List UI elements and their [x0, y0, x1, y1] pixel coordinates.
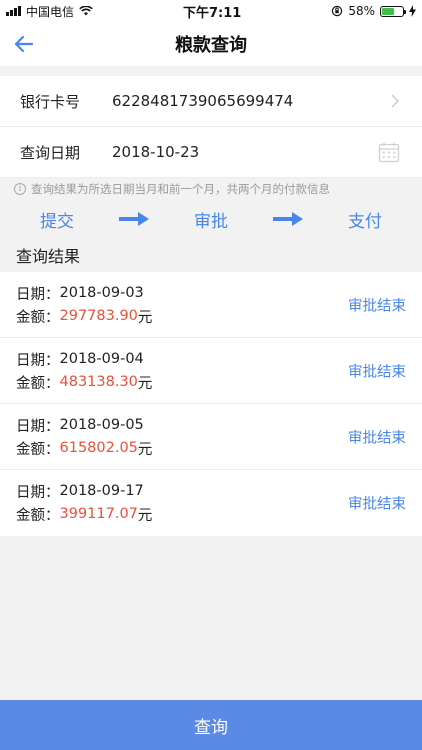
- status-link[interactable]: 审批结束: [348, 294, 406, 315]
- nav-bar: 粮款查询: [0, 22, 422, 66]
- query-date-value: 2018-10-23: [112, 143, 200, 161]
- battery-icon: [380, 5, 406, 17]
- bank-card-row[interactable]: 银行卡号 6228481739065699474: [0, 76, 422, 127]
- query-date-row[interactable]: 查询日期 2018-10-23: [0, 127, 422, 178]
- currency-unit: 元: [137, 309, 153, 326]
- section-gap: [0, 66, 422, 76]
- bank-card-value: 6228481739065699474: [112, 92, 294, 110]
- amount-prefix: 金额：: [16, 507, 60, 524]
- notice-bar: i 查询结果为所选日期当月和前一个月，共两个月的付款信息: [0, 178, 422, 200]
- flow-step-pay: 支付: [348, 211, 382, 232]
- wifi-icon: [79, 6, 93, 16]
- list-item[interactable]: 日期： 2018-09-05 金额： 615802.05 元 审批结束: [0, 404, 422, 470]
- flow-step-approve: 审批: [194, 211, 228, 232]
- list-item[interactable]: 日期： 2018-09-17 金额： 399117.07 元 审批结束: [0, 470, 422, 536]
- result-date: 2018-09-05: [59, 417, 144, 433]
- charging-bolt-icon: [409, 5, 416, 17]
- process-flow: 提交 审批 支付: [0, 200, 422, 238]
- flow-step-submit: 提交: [40, 211, 74, 232]
- back-arrow-icon[interactable]: [12, 32, 36, 56]
- result-amount: 297783.90: [59, 308, 138, 324]
- currency-unit: 元: [137, 375, 153, 392]
- amount-prefix: 金额：: [16, 309, 60, 326]
- status-link[interactable]: 审批结束: [348, 493, 406, 514]
- calendar-icon[interactable]: [378, 141, 400, 163]
- status-time: 下午7:11: [183, 5, 242, 21]
- list-item[interactable]: 日期： 2018-09-03 金额： 297783.90 元 审批结束: [0, 272, 422, 338]
- status-link[interactable]: 审批结束: [348, 426, 406, 447]
- query-button[interactable]: 查询: [0, 700, 422, 750]
- status-right: 58%: [331, 4, 416, 18]
- orientation-lock-icon: [332, 5, 343, 17]
- result-amount: 399117.07: [59, 506, 138, 522]
- status-link[interactable]: 审批结束: [348, 360, 406, 381]
- result-date: 2018-09-17: [59, 483, 144, 499]
- date-prefix: 日期：: [16, 286, 60, 303]
- amount-prefix: 金额：: [16, 375, 60, 392]
- battery-percent: 58%: [348, 4, 375, 18]
- status-left: 中国电信: [6, 3, 93, 20]
- result-amount: 615802.05: [59, 440, 138, 456]
- bank-card-label: 银行卡号: [20, 92, 81, 111]
- result-amount: 483138.30: [59, 374, 138, 390]
- date-prefix: 日期：: [16, 418, 60, 435]
- result-list: 日期： 2018-09-03 金额： 297783.90 元 审批结束 日期： …: [0, 272, 422, 536]
- date-prefix: 日期：: [16, 484, 60, 501]
- list-item[interactable]: 日期： 2018-09-04 金额： 483138.30 元 审批结束: [0, 338, 422, 404]
- result-date: 2018-09-03: [59, 285, 144, 301]
- signal-icon: [6, 6, 21, 16]
- arrow-right-icon: [273, 212, 303, 226]
- notice-text: 查询结果为所选日期当月和前一个月，共两个月的付款信息: [31, 182, 330, 196]
- chevron-right-icon: [391, 94, 400, 108]
- info-icon: i: [14, 183, 26, 195]
- status-bar: 中国电信 下午7:11 58%: [0, 0, 422, 22]
- result-date: 2018-09-04: [59, 351, 144, 367]
- currency-unit: 元: [137, 507, 153, 524]
- currency-unit: 元: [137, 441, 153, 458]
- query-date-label: 查询日期: [20, 143, 81, 162]
- arrow-right-icon: [119, 212, 149, 226]
- date-prefix: 日期：: [16, 352, 60, 369]
- amount-prefix: 金额：: [16, 441, 60, 458]
- results-title: 查询结果: [16, 247, 81, 266]
- carrier-label: 中国电信: [26, 4, 75, 19]
- page-title: 粮款查询: [175, 35, 247, 56]
